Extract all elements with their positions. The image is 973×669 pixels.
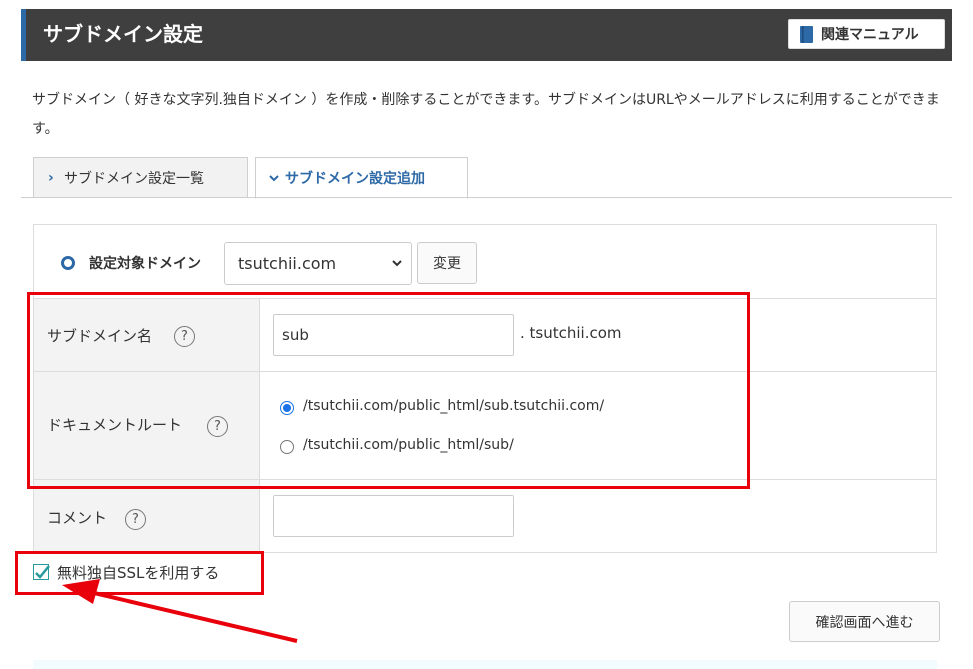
docroot-radio-1[interactable] <box>280 401 294 415</box>
comment-label: コメント <box>47 509 108 527</box>
help-icon[interactable]: ? <box>207 416 228 437</box>
comment-input[interactable] <box>273 495 514 537</box>
bottom-notice-strip <box>33 660 937 669</box>
tab-label: サブドメイン設定一覧 <box>64 170 204 187</box>
help-icon[interactable]: ? <box>174 326 195 347</box>
chevron-down-icon <box>269 170 285 186</box>
docroot-option-1[interactable]: /tsutchii.com/public_html/sub.tsutchii.c… <box>303 398 604 414</box>
tab-subdomain-list[interactable]: › サブドメイン設定一覧 <box>33 157 248 198</box>
page-header: サブドメイン設定 関連マニュアル <box>21 9 952 61</box>
subdomain-name-label: サブドメイン名 <box>47 327 153 345</box>
ssl-checkbox[interactable] <box>33 564 50 580</box>
comment-row: コメント ? <box>34 480 936 552</box>
subdomain-suffix: . tsutchii.com <box>520 324 622 342</box>
related-manual-label: 関連マニュアル <box>821 27 919 43</box>
help-icon[interactable]: ? <box>125 509 146 530</box>
docroot-radio-2[interactable] <box>280 440 294 454</box>
ssl-label[interactable]: 無料独自SSLを利用する <box>57 562 219 583</box>
target-domain-row: 設定対象ドメイン tsutchii.com 変更 <box>34 225 936 299</box>
checkmark-icon <box>35 565 50 579</box>
subdomain-name-input[interactable]: sub <box>273 314 514 356</box>
page-description: サブドメイン（ 好きな文字列.独自ドメイン ）を作成・削除することができます。サ… <box>32 92 940 137</box>
tab-subdomain-add[interactable]: サブドメイン設定追加 <box>255 157 468 199</box>
subdomain-name-label-cell: サブドメイン名 ? <box>34 299 260 371</box>
docroot-option-2[interactable]: /tsutchii.com/public_html/sub/ <box>303 437 514 453</box>
change-domain-button[interactable]: 変更 <box>417 242 477 284</box>
tab-label: サブドメイン設定追加 <box>285 171 425 187</box>
target-domain-select[interactable]: tsutchii.com <box>224 242 412 285</box>
document-root-row: ドキュメントルート ? /tsutchii.com/public_html/su… <box>34 372 936 480</box>
chevron-right-icon: › <box>48 169 54 186</box>
book-icon <box>800 25 813 43</box>
related-manual-button[interactable]: 関連マニュアル <box>788 19 945 49</box>
document-root-label: ドキュメントルート <box>47 416 183 434</box>
subdomain-form-panel: 設定対象ドメイン tsutchii.com 変更 サブドメイン名 ? sub .… <box>33 224 937 553</box>
document-root-label-cell: ドキュメントルート ? <box>34 372 260 479</box>
subdomain-name-row: サブドメイン名 ? sub . tsutchii.com <box>34 299 936 372</box>
page-title: サブドメイン設定 <box>43 22 203 46</box>
comment-label-cell: コメント ? <box>34 480 260 552</box>
chevron-down-icon <box>391 243 403 301</box>
target-domain-label: 設定対象ドメイン <box>89 256 201 272</box>
selected-domain: tsutchii.com <box>238 254 337 273</box>
tabs-divider <box>21 197 952 198</box>
confirm-button[interactable]: 確認画面へ進む <box>789 601 940 642</box>
target-ring-icon <box>61 256 75 270</box>
